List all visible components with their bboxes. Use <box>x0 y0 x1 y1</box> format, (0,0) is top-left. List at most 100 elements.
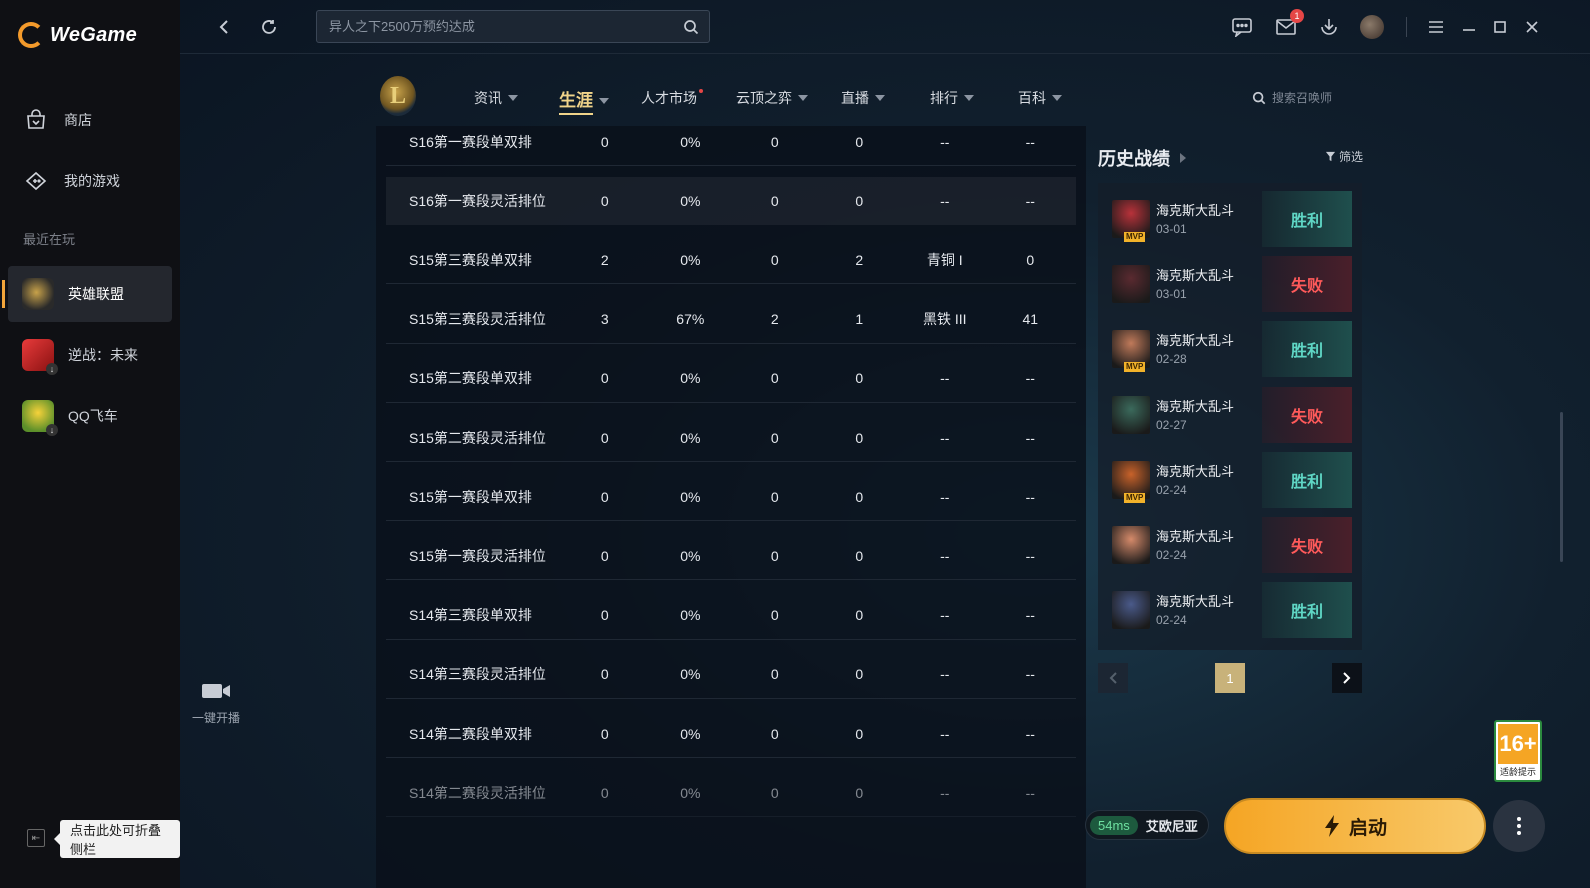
history-filter-button[interactable]: 筛选 <box>1325 148 1363 165</box>
wegame-logo[interactable]: WeGame <box>18 22 137 48</box>
more-options-button[interactable] <box>1493 800 1545 852</box>
stat-cell: 0 <box>770 429 779 446</box>
table-row[interactable]: S14第二赛段单双排 0 0% 0 0 -- -- <box>386 710 1076 758</box>
stat-cell: 0% <box>680 666 701 683</box>
search-bar[interactable] <box>316 10 710 43</box>
close-icon[interactable] <box>1520 15 1544 39</box>
tab-tft[interactable]: 云顶之弈 <box>736 88 808 108</box>
ping-value: 54ms <box>1090 815 1138 835</box>
sidebar-item-label: 我的游戏 <box>64 173 120 189</box>
chevron-right-icon <box>1180 153 1186 163</box>
match-mode: 海克斯大乱斗 <box>1156 333 1235 349</box>
match-item[interactable]: 海克斯大乱斗 03-01 失败 <box>1098 248 1362 313</box>
mail-badge: 1 <box>1290 9 1304 23</box>
match-mode: 海克斯大乱斗 <box>1156 463 1235 479</box>
server-selector[interactable]: 54ms 艾欧尼亚 <box>1085 810 1209 840</box>
sidebar-game-qqspeed[interactable]: ↓ QQ飞车 <box>8 388 172 444</box>
menu-icon[interactable] <box>1424 15 1448 39</box>
next-page-button[interactable] <box>1332 663 1362 693</box>
stat-cell: -- <box>940 784 950 801</box>
collapse-sidebar-button[interactable]: ⇤ <box>27 829 45 847</box>
stat-cell: 2 <box>770 311 779 328</box>
season-name-cell: S15第一赛段灵活排位 <box>409 547 546 564</box>
user-avatar[interactable] <box>1360 15 1384 39</box>
scrollbar[interactable] <box>1560 412 1563 562</box>
mail-button[interactable]: 1 <box>1274 9 1304 39</box>
stat-cell: 0 <box>855 784 864 801</box>
gamepad-icon <box>22 167 50 195</box>
chevron-down-icon <box>508 95 518 101</box>
table-row[interactable]: S15第一赛段单双排 0 0% 0 0 -- -- <box>386 473 1076 522</box>
chat-icon[interactable] <box>1230 15 1254 39</box>
match-history-list: MVP 海克斯大乱斗 03-01 胜利 海克斯大乱斗 03-01 失败 MVP 海克斯大乱斗 02… <box>1098 183 1362 650</box>
summoner-search-placeholder: 搜索召唤师 <box>1272 91 1333 105</box>
table-row[interactable]: S14第二赛段灵活排位 0 0% 0 0 -- -- <box>386 769 1076 818</box>
search-input[interactable] <box>317 11 709 42</box>
match-item[interactable]: 海克斯大乱斗 02-24 失败 <box>1098 509 1362 574</box>
minimize-icon[interactable] <box>1457 15 1481 39</box>
back-button[interactable] <box>212 14 238 40</box>
table-row[interactable]: S14第三赛段单双排 0 0% 0 0 -- -- <box>386 592 1076 640</box>
chevron-down-icon <box>1052 95 1062 101</box>
lol-logo[interactable]: L <box>380 76 416 116</box>
tab-news[interactable]: 资讯 <box>474 88 518 108</box>
table-row[interactable]: S16第一赛段单双排 0 0% 0 0 -- -- <box>386 118 1076 166</box>
match-item[interactable]: MVP 海克斯大乱斗 03-01 胜利 <box>1098 183 1362 248</box>
match-mode: 海克斯大乱斗 <box>1156 398 1235 414</box>
stat-cell: 0 <box>855 193 864 210</box>
stat-cell: 1 <box>855 311 864 328</box>
maximize-icon[interactable] <box>1488 15 1512 39</box>
table-row[interactable]: S15第三赛段单双排 2 0% 0 2 青铜 I 0 <box>386 236 1076 285</box>
summoner-search[interactable]: 搜索召唤师 <box>1252 89 1332 106</box>
lightning-icon <box>1324 815 1339 837</box>
lol-game-icon <box>22 278 54 310</box>
match-item[interactable]: 海克斯大乱斗 02-24 胜利 <box>1098 574 1362 639</box>
start-live-button[interactable]: 一键开播 <box>190 680 242 726</box>
stat-cell: 0 <box>855 488 864 505</box>
table-row[interactable]: S15第二赛段灵活排位 0 0% 0 0 -- -- <box>386 414 1076 462</box>
tab-ranking[interactable]: 排行 <box>930 88 974 108</box>
tab-live[interactable]: 直播 <box>841 88 885 108</box>
match-item[interactable]: 海克斯大乱斗 02-27 失败 <box>1098 379 1362 444</box>
stat-cell: -- <box>940 666 950 683</box>
search-icon[interactable] <box>683 19 699 40</box>
sidebar-game-lol[interactable]: 英雄联盟 <box>2 266 172 322</box>
match-item[interactable]: MVP 海克斯大乱斗 02-24 胜利 <box>1098 444 1362 509</box>
match-item[interactable]: MVP 海克斯大乱斗 02-28 胜利 <box>1098 313 1362 378</box>
age-rating-badge: 16+ 适龄提示 <box>1494 720 1542 782</box>
match-date: 02-24 <box>1156 482 1187 497</box>
current-page[interactable]: 1 <box>1215 663 1245 693</box>
stat-cell: 0 <box>855 133 864 150</box>
refresh-button[interactable] <box>256 14 282 40</box>
tab-career[interactable]: 生涯 <box>559 86 609 115</box>
qqspeed-game-icon: ↓ <box>22 400 58 436</box>
table-row[interactable]: S15第一赛段灵活排位 0 0% 0 0 -- -- <box>386 532 1076 581</box>
download-manager-icon[interactable] <box>1317 15 1341 39</box>
sidebar-item-my-games[interactable]: 我的游戏 <box>8 153 172 209</box>
table-row[interactable]: S15第三赛段灵活排位 3 67% 2 1 黑铁 III 41 <box>386 296 1076 344</box>
stat-cell: 0% <box>680 607 701 624</box>
filter-label: 筛选 <box>1339 150 1364 164</box>
sidebar-item-shop[interactable]: 商店 <box>8 92 172 148</box>
collapse-tooltip: 点击此处可折叠侧栏 <box>54 820 180 858</box>
match-mode: 海克斯大乱斗 <box>1156 594 1235 610</box>
stat-cell: -- <box>1025 784 1035 801</box>
history-title-text: 历史战绩 <box>1098 149 1170 169</box>
tab-wiki[interactable]: 百科 <box>1018 88 1062 108</box>
stat-cell: -- <box>940 193 950 210</box>
table-row[interactable]: S15第二赛段单双排 0 0% 0 0 -- -- <box>386 355 1076 403</box>
table-row[interactable]: S16第一赛段灵活排位 0 0% 0 0 -- -- <box>386 177 1076 226</box>
sidebar-item-label: QQ飞车 <box>68 408 118 424</box>
match-date: 02-27 <box>1156 417 1187 432</box>
history-title[interactable]: 历史战绩 <box>1098 145 1186 171</box>
stat-cell: -- <box>940 133 950 150</box>
champion-avatar <box>1112 526 1150 564</box>
tab-talent-market[interactable]: 人才市场 <box>641 88 707 108</box>
start-game-button[interactable]: 启动 <box>1224 798 1486 854</box>
prev-page-button[interactable] <box>1098 663 1128 693</box>
sidebar-game-nizhan[interactable]: ↓ 逆战：未来 <box>8 327 172 383</box>
table-row[interactable]: S14第三赛段灵活排位 0 0% 0 0 -- -- <box>386 651 1076 699</box>
stat-cell: 0% <box>680 251 701 268</box>
season-name-cell: S14第三赛段灵活排位 <box>409 666 546 683</box>
stat-cell: -- <box>940 370 950 387</box>
